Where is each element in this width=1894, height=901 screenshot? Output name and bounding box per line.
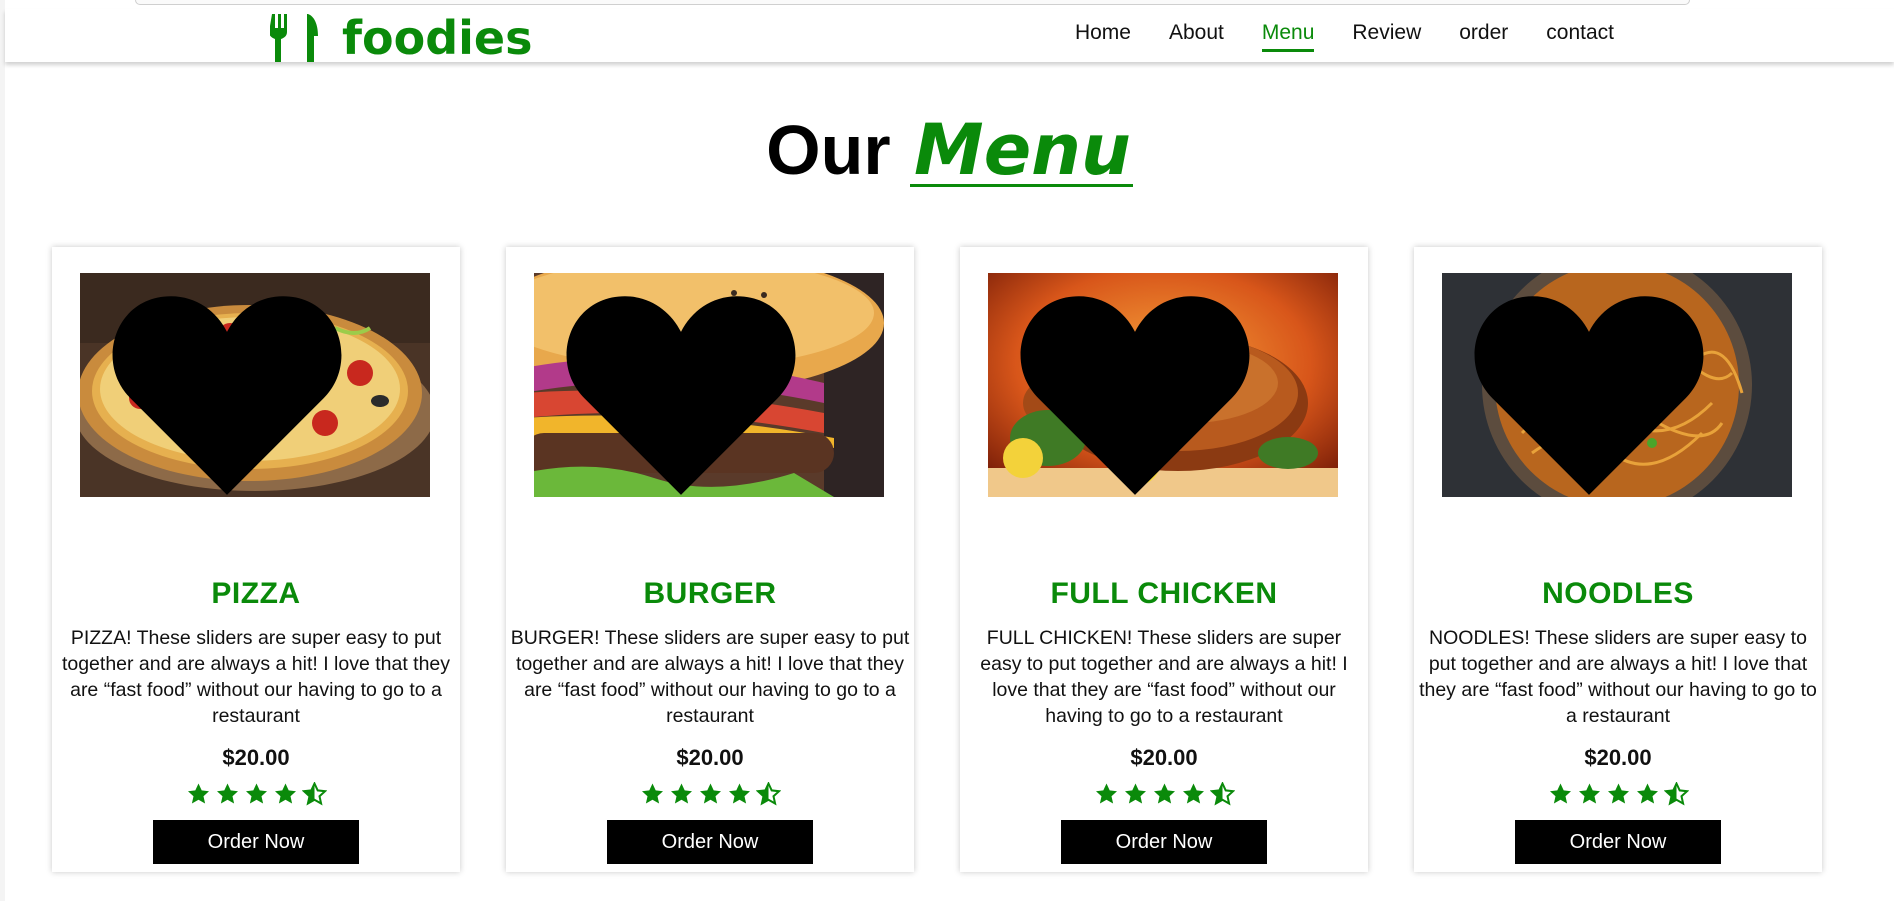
roast-chicken-photo xyxy=(988,273,1338,497)
menu-card-full-chicken: FULL CHICKEN FULL CHICKEN! These sliders… xyxy=(960,247,1368,872)
nav-about[interactable]: About xyxy=(1169,21,1224,52)
site-header: foodies Home About Menu Review order con… xyxy=(5,9,1894,65)
star-icon xyxy=(245,783,267,804)
star-icon xyxy=(1153,783,1175,804)
menu-card-burger: BURGER BURGER! These sliders are super e… xyxy=(506,247,914,872)
half-star-icon xyxy=(1209,782,1235,806)
star-icon xyxy=(699,783,721,804)
main-nav: Home About Menu Review order contact xyxy=(1037,21,1614,52)
order-now-button[interactable]: Order Now xyxy=(607,820,813,864)
card-title: NOODLES xyxy=(1542,577,1694,610)
nav-contact[interactable]: contact xyxy=(1546,21,1614,52)
star-icon xyxy=(1095,783,1117,804)
rating-stars xyxy=(52,782,460,806)
card-price: $20.00 xyxy=(1584,745,1652,770)
half-star-icon xyxy=(755,782,781,806)
menu-card-noodles: NOODLES NOODLES! These sliders are super… xyxy=(1414,247,1822,872)
card-price: $20.00 xyxy=(1130,745,1198,770)
heading-highlight: Menu xyxy=(910,115,1133,187)
star-icon xyxy=(641,783,663,804)
card-title: PIZZA xyxy=(211,577,301,610)
card-title: FULL CHICKEN xyxy=(1050,577,1278,610)
star-icon xyxy=(1182,783,1204,804)
pizza-photo xyxy=(80,273,430,497)
card-description: BURGER! These sliders are super easy to … xyxy=(510,627,910,727)
card-description: PIZZA! These sliders are super easy to p… xyxy=(61,627,451,727)
nav-home[interactable]: Home xyxy=(1075,21,1131,52)
rating-stars xyxy=(960,782,1368,806)
half-star-icon xyxy=(301,782,327,806)
favorite-heart-icon[interactable] xyxy=(534,281,856,497)
fork-knife-icon xyxy=(270,14,318,62)
page: foodies Home About Menu Review order con… xyxy=(5,0,1894,901)
favorite-heart-icon[interactable] xyxy=(988,281,1310,497)
star-icon xyxy=(1636,783,1658,804)
rating-stars xyxy=(1414,782,1822,806)
star-icon xyxy=(187,783,209,804)
section-heading: Our Menu xyxy=(5,110,1894,190)
card-title: BURGER xyxy=(643,577,777,610)
nav-order[interactable]: order xyxy=(1459,21,1508,52)
card-price: $20.00 xyxy=(676,745,744,770)
star-icon xyxy=(1124,783,1146,804)
menu-card-pizza: PIZZA PIZZA! These sliders are super eas… xyxy=(52,247,460,872)
favorite-heart-icon[interactable] xyxy=(80,281,402,497)
burger-photo xyxy=(534,273,884,497)
order-now-button[interactable]: Order Now xyxy=(1061,820,1267,864)
order-now-button[interactable]: Order Now xyxy=(1515,820,1721,864)
browser-edge xyxy=(135,0,1690,5)
star-icon xyxy=(1578,783,1600,804)
star-icon xyxy=(1607,783,1629,804)
nav-review[interactable]: Review xyxy=(1352,21,1421,52)
logo[interactable]: foodies xyxy=(270,11,533,65)
order-now-button[interactable]: Order Now xyxy=(153,820,359,864)
brand-name: foodies xyxy=(342,11,533,65)
nav-menu[interactable]: Menu xyxy=(1261,21,1315,52)
half-star-icon xyxy=(1663,782,1689,806)
star-icon xyxy=(274,783,296,804)
noodles-photo xyxy=(1442,273,1792,497)
star-icon xyxy=(728,783,750,804)
card-description: NOODLES! These sliders are super easy to… xyxy=(1419,627,1817,727)
card-description: FULL CHICKEN! These sliders are super ea… xyxy=(980,627,1348,727)
star-icon xyxy=(216,783,238,804)
star-icon xyxy=(1549,783,1571,804)
card-price: $20.00 xyxy=(222,745,290,770)
heading-prefix: Our xyxy=(766,111,891,189)
rating-stars xyxy=(506,782,914,806)
favorite-heart-icon[interactable] xyxy=(1442,281,1764,497)
star-icon xyxy=(670,783,692,804)
menu-cards: PIZZA PIZZA! These sliders are super eas… xyxy=(52,247,1852,872)
